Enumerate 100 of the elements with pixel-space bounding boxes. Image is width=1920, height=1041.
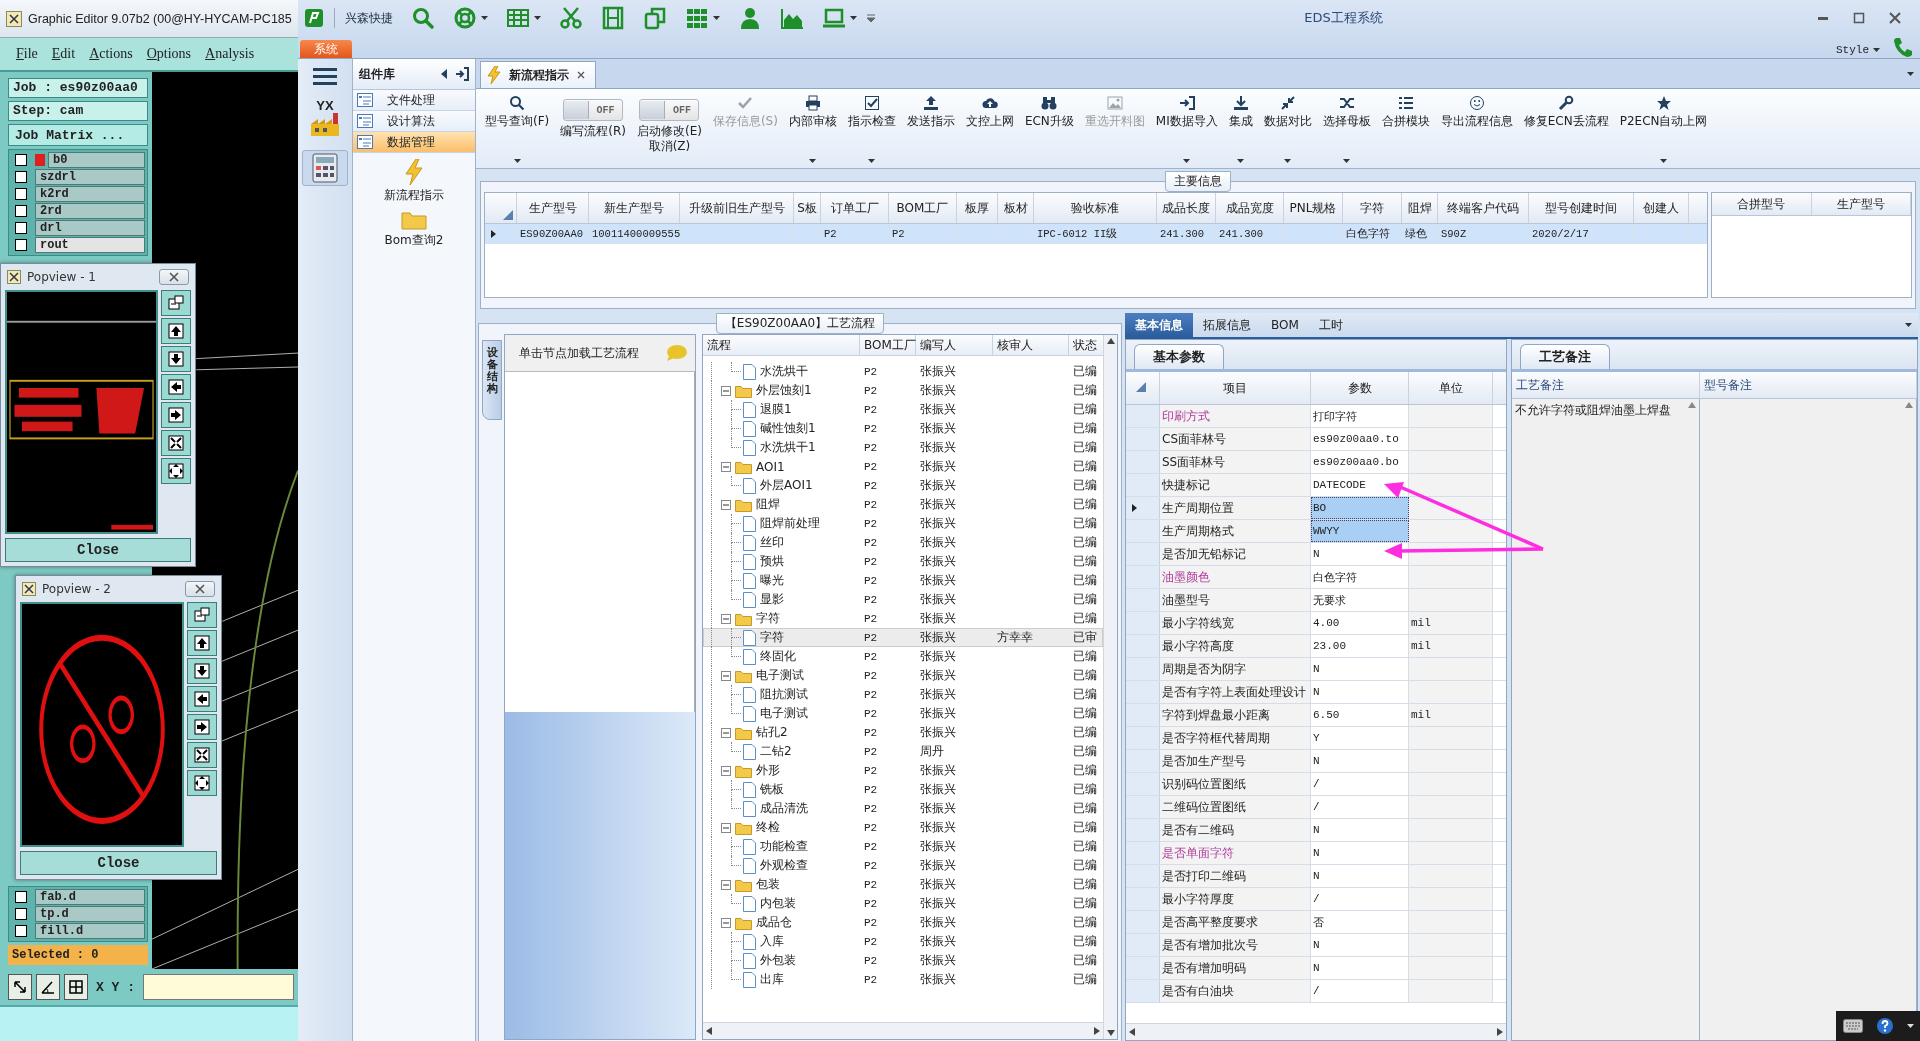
collapse-icon[interactable]	[721, 917, 731, 928]
column-header[interactable]: 生产型号	[517, 193, 589, 223]
toolbar-button[interactable]: 选择母板	[1317, 91, 1376, 166]
table-cell[interactable]: /	[1311, 796, 1409, 818]
checkbox[interactable]	[15, 188, 27, 200]
checkbox[interactable]	[15, 205, 27, 217]
collapse-icon[interactable]	[721, 613, 731, 624]
tab[interactable]: 拓展信息	[1193, 313, 1261, 337]
table-cell[interactable]: es90z00aa0.bo	[1311, 451, 1409, 473]
tree-row[interactable]: 外层蚀刻1 P2 张振兴 已编	[703, 381, 1103, 400]
toolbar-button[interactable]: 指示检查	[842, 91, 901, 166]
column-header[interactable]: 工艺备注	[1512, 372, 1700, 398]
area-chart-icon[interactable]	[780, 6, 804, 30]
scrollbar[interactable]	[703, 1022, 1103, 1039]
table-cell[interactable]: /	[1311, 773, 1409, 795]
caret-icon[interactable]	[1906, 1024, 1914, 1028]
caret-icon[interactable]	[713, 16, 720, 20]
caret-icon[interactable]	[1907, 71, 1914, 76]
left-caret-icon[interactable]	[441, 69, 447, 79]
tab[interactable]: 基本参数	[1134, 344, 1224, 369]
table-cell[interactable]: es90z00aa0.to	[1311, 428, 1409, 450]
toolbar-button[interactable]: 文控上网	[960, 91, 1019, 166]
toolbar-button[interactable]: 内部审核	[783, 91, 842, 166]
caret-icon[interactable]	[1237, 159, 1245, 163]
help-icon[interactable]	[1875, 1017, 1894, 1035]
table-cell[interactable]: 打印字符	[1311, 405, 1409, 427]
toolbar-button[interactable]: P2ECN自动上网	[1614, 91, 1713, 166]
toolbar-button[interactable]: MI数据导入	[1150, 91, 1223, 166]
scroll-left-icon[interactable]	[1129, 1028, 1135, 1036]
column-header[interactable]: 板厚	[957, 193, 998, 223]
checkbox[interactable]	[15, 222, 27, 234]
collapse-icon[interactable]	[721, 822, 731, 833]
caret-icon[interactable]	[481, 16, 488, 20]
table-cell[interactable]: N	[1311, 842, 1409, 864]
caret-icon[interactable]	[850, 16, 857, 20]
table-cell[interactable]: WWYY	[1311, 520, 1409, 542]
tree-row[interactable]: 水洗烘干 P2 张振兴 已编	[703, 362, 1103, 381]
caret-icon[interactable]	[868, 159, 876, 163]
row-header[interactable]	[1126, 497, 1160, 519]
toolbar-button[interactable]: 数据对比	[1258, 91, 1317, 166]
table-cell[interactable]: N	[1311, 957, 1409, 979]
column-header[interactable]: 参数	[1311, 372, 1409, 404]
tree-row[interactable]: 外包装 P2 张振兴 已编	[703, 951, 1103, 970]
toolbar-button[interactable]: 型号查询(F)	[480, 91, 555, 166]
copy-icon[interactable]	[643, 6, 667, 30]
column-header[interactable]: 成品宽度	[1216, 193, 1284, 223]
layer-item[interactable]: b0	[48, 152, 145, 168]
collapse-icon[interactable]	[721, 765, 731, 776]
overflow-icon[interactable]	[867, 14, 875, 22]
tool-button[interactable]	[36, 974, 60, 1000]
table-cell[interactable]: 否	[1311, 911, 1409, 933]
tab[interactable]: 工艺备注	[1520, 344, 1610, 369]
tool-button[interactable]: Bom查询2	[353, 210, 475, 249]
checkbox[interactable]	[15, 239, 27, 251]
column-header[interactable]: S板	[794, 193, 821, 223]
scroll-left-icon[interactable]	[706, 1027, 712, 1035]
layer-item[interactable]: tp.d	[35, 906, 145, 922]
person-icon[interactable]	[738, 6, 762, 30]
column-header[interactable]: 验收标准	[1034, 193, 1157, 223]
column-header[interactable]: 生产型号	[1811, 193, 1911, 215]
login-arrow-icon[interactable]	[455, 67, 469, 81]
tree-row[interactable]: 二钻2 P2 周丹 已编	[703, 742, 1103, 761]
column-header[interactable]: 流程	[703, 335, 860, 355]
tree-row[interactable]: 外层AOI1 P2 张振兴 已编	[703, 476, 1103, 495]
column-header[interactable]: 订单工厂	[821, 193, 889, 223]
toolbar-button[interactable]: 修复ECN丢流程	[1518, 91, 1614, 166]
table-cell[interactable]: N	[1311, 750, 1409, 772]
layer-item[interactable]: rout	[35, 237, 145, 253]
tree-row[interactable]: 预烘 P2 张振兴 已编	[703, 552, 1103, 571]
column-header[interactable]: 板材	[998, 193, 1034, 223]
caret-icon[interactable]	[513, 159, 521, 163]
collapse-icon[interactable]	[721, 461, 731, 472]
calculator-button[interactable]	[302, 150, 348, 186]
close-button[interactable]: Close	[5, 538, 191, 562]
layer-item[interactable]: 2rd	[35, 203, 145, 219]
collapse-icon[interactable]	[721, 499, 731, 510]
table-cell[interactable]: N	[1311, 658, 1409, 680]
tree-row[interactable]: 曝光 P2 张振兴 已编	[703, 571, 1103, 590]
column-header[interactable]: 核审人	[993, 335, 1069, 355]
tree-row[interactable]: 字符 P2 张振兴 已编	[703, 609, 1103, 628]
tree-row[interactable]: AOI1 P2 张振兴 已编	[703, 457, 1103, 476]
checkbox[interactable]	[15, 154, 27, 166]
tree-row[interactable]: 碱性蚀刻1 P2 张振兴 已编	[703, 419, 1103, 438]
toolbar-button[interactable]: 集成	[1223, 91, 1258, 166]
tree-row[interactable]: 内包装 P2 张振兴 已编	[703, 894, 1103, 913]
tree-row[interactable]: 功能检查 P2 张振兴 已编	[703, 837, 1103, 856]
tool-button[interactable]	[64, 974, 88, 1000]
collapse-icon[interactable]	[721, 727, 731, 738]
input-field[interactable]	[143, 974, 294, 1000]
list-item[interactable]: 文件处理	[353, 90, 475, 111]
caret-icon[interactable]	[1284, 159, 1292, 163]
table-cell[interactable]: Y	[1311, 727, 1409, 749]
factory-button[interactable]: YX	[302, 97, 348, 140]
table-cell[interactable]: 无要求	[1311, 589, 1409, 611]
tree-row[interactable]: 入库 P2 张振兴 已编	[703, 932, 1103, 951]
caret-icon[interactable]	[1343, 159, 1351, 163]
tab[interactable]: BOM	[1261, 313, 1309, 337]
column-header[interactable]: 阻焊	[1402, 193, 1438, 223]
menu-item[interactable]: Edit	[51, 46, 76, 62]
toolbar-button[interactable]: ECN升级	[1019, 91, 1079, 166]
